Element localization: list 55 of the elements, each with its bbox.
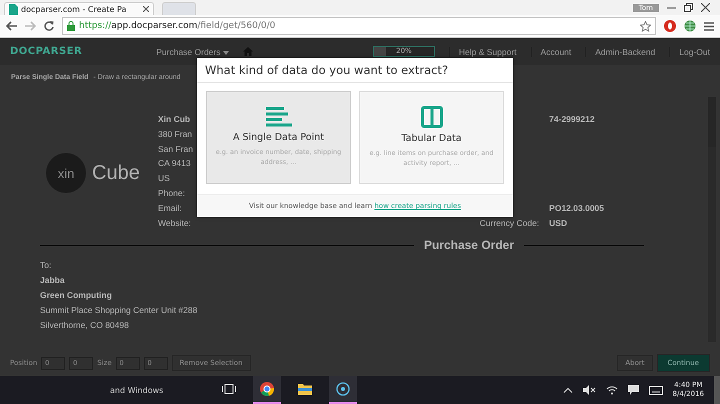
address-line: Jabba	[40, 275, 66, 288]
address-line: CA 9413	[158, 158, 192, 170]
reload-icon[interactable]	[44, 21, 54, 31]
address-line: To:	[40, 260, 52, 272]
back-arrow-icon[interactable]	[6, 21, 17, 31]
document-heading: Purchase Order	[424, 238, 514, 252]
address-line: Phone:	[158, 188, 186, 200]
nav-link[interactable]: Account	[530, 46, 572, 56]
notification-icon[interactable]	[628, 385, 639, 395]
field-value: PO12.03.0005	[549, 202, 604, 215]
address-line: Website:	[158, 218, 192, 230]
folder-icon	[298, 383, 312, 395]
address-line: Email:	[158, 202, 183, 215]
close-icon[interactable]	[143, 6, 149, 12]
close-icon[interactable]	[701, 3, 710, 12]
columns-icon	[420, 106, 442, 128]
browser-tab[interactable]: docparser.com - Create Pa	[4, 2, 154, 15]
taskbar-app[interactable]	[329, 376, 357, 404]
nav-link[interactable]: Admin-Backend	[585, 46, 656, 56]
address-line: Xin Cub	[158, 114, 192, 126]
caret-icon	[222, 50, 229, 54]
text-lines-icon	[266, 107, 292, 128]
address-line: Silverthorne, CO 80498	[40, 320, 130, 332]
menu-icon[interactable]	[704, 22, 714, 30]
wifi-icon[interactable]	[606, 385, 618, 395]
document-icon	[9, 4, 18, 14]
modal-title: What kind of data do you want to extract?	[197, 58, 513, 83]
field-value: USD	[549, 218, 568, 230]
globe-icon[interactable]	[684, 20, 696, 32]
taskbar-search-text[interactable]: and Windows	[0, 386, 205, 394]
nav-link[interactable]: Help & Support	[448, 46, 517, 56]
address-line: Green Computing	[40, 290, 113, 302]
address-line: Summit Place Shopping Center Unit #288	[40, 305, 198, 318]
tab-title: docparser.com - Create Pa	[21, 4, 128, 14]
lock-icon	[67, 21, 75, 31]
nav-dropdown[interactable]: Purchase Orders	[156, 46, 229, 56]
app-logo[interactable]: DOCPARSER	[10, 46, 82, 57]
nav-link[interactable]: Log-Out	[669, 46, 710, 56]
address-line: 380 Fran	[158, 128, 193, 141]
address-bar[interactable]: https://app.docparser.com/field/get/560/0/0	[62, 17, 656, 35]
task-view-icon	[222, 384, 236, 394]
taskbar-app[interactable]	[253, 376, 281, 404]
address-line: San Fran	[158, 144, 193, 156]
chevron-up-icon[interactable]	[562, 387, 573, 393]
company-logo: xin Cube	[40, 114, 158, 232]
restore-icon[interactable]	[684, 3, 693, 12]
muted-speaker-icon[interactable]	[582, 385, 596, 395]
circle-app-icon	[336, 382, 350, 396]
address-line: US	[158, 173, 171, 186]
star-icon[interactable]	[640, 20, 651, 32]
field-label: Currency Code:	[480, 218, 540, 230]
extension-icon[interactable]	[664, 20, 676, 32]
browser-icon	[260, 382, 274, 396]
field-value: 74-2999212	[549, 114, 595, 126]
keyboard-icon[interactable]	[648, 386, 663, 394]
